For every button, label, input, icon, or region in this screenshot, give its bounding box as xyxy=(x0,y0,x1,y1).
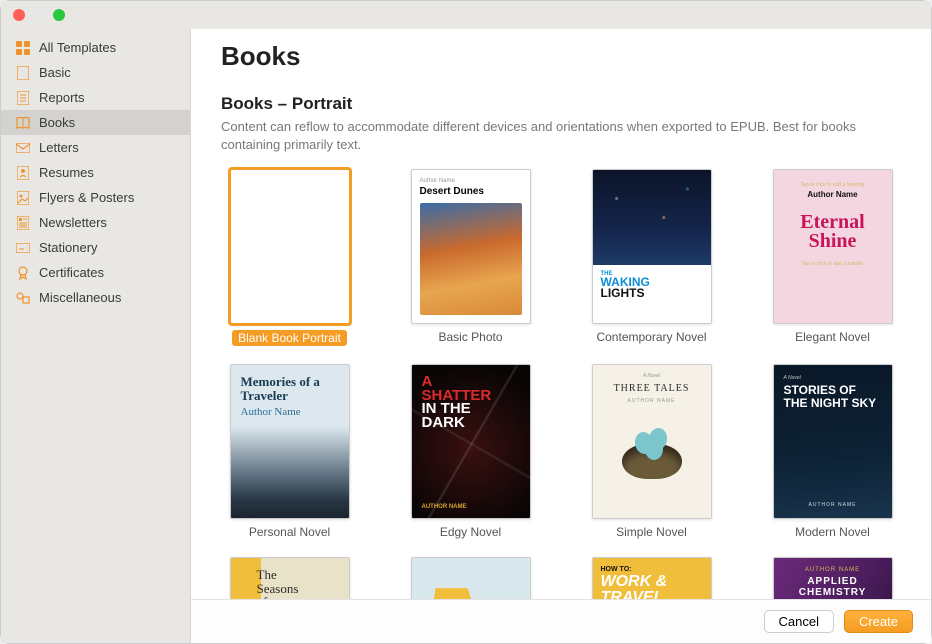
template-thumbnail[interactable]: Author NameTHEWAKINGLIGHTS xyxy=(592,169,712,324)
sidebar-item-reports[interactable]: Reports xyxy=(1,85,190,110)
sidebar-item-label: Basic xyxy=(39,65,71,80)
cancel-button[interactable]: Cancel xyxy=(764,610,834,633)
window-titlebar xyxy=(1,1,931,29)
template-thumbnail[interactable]: Tap or click to add a headingAuthor Name… xyxy=(773,169,893,324)
sidebar-item-letters[interactable]: Letters xyxy=(1,135,190,160)
template-item[interactable]: A NovelSTORIES OF THE NIGHT SKYAUTHOR NA… xyxy=(764,364,901,539)
zoom-window-button[interactable] xyxy=(53,9,65,21)
sidebar-item-label: Stationery xyxy=(39,240,98,255)
envelope-icon xyxy=(15,141,31,155)
sidebar-item-label: All Templates xyxy=(39,40,116,55)
sidebar-item-books[interactable]: Books xyxy=(1,110,190,135)
template-item[interactable]: Blank Book Portrait xyxy=(221,169,358,346)
minimize-window-button[interactable] xyxy=(33,9,45,21)
template-label: Basic Photo xyxy=(438,330,502,344)
section-heading: Books – Portrait xyxy=(221,94,901,114)
card-icon xyxy=(15,241,31,255)
template-thumbnail[interactable]: A NovelSTORIES OF THE NIGHT SKYAUTHOR NA… xyxy=(773,364,893,519)
person-doc-icon xyxy=(15,166,31,180)
template-item[interactable]: Author NameTHEWAKINGLIGHTS Contemporary N… xyxy=(583,169,720,346)
template-thumbnail[interactable]: Memories of a TravelerAuthor Name xyxy=(230,364,350,519)
sidebar-item-miscellaneous[interactable]: Miscellaneous xyxy=(1,285,190,310)
sidebar-item-label: Resumes xyxy=(39,165,94,180)
template-label: Edgy Novel xyxy=(440,525,501,539)
template-item[interactable]: Tap or click to add a headingAuthor Name… xyxy=(764,169,901,346)
template-thumbnail[interactable]: A NovelTHREE TALESAUTHOR NAME xyxy=(592,364,712,519)
template-item[interactable]: TheSeasonsofParis xyxy=(221,557,358,599)
template-item[interactable]: A NovelTHREE TALESAUTHOR NAME Simple Nove… xyxy=(583,364,720,539)
template-item[interactable]: HOW TO:WORK &TRAVEL xyxy=(583,557,720,599)
template-thumbnail[interactable]: TheSeasonsofParis xyxy=(230,557,350,599)
sidebar-item-label: Letters xyxy=(39,140,79,155)
sidebar-item-label: Flyers & Posters xyxy=(39,190,134,205)
doc-icon xyxy=(15,66,31,80)
page-title: Books xyxy=(221,41,901,72)
sidebar-item-certificates[interactable]: Certificates xyxy=(1,260,190,285)
sidebar-item-label: Newsletters xyxy=(39,215,107,230)
template-label: Simple Novel xyxy=(616,525,687,539)
sidebar-item-stationery[interactable]: Stationery xyxy=(1,235,190,260)
sidebar-item-newsletters[interactable]: Newsletters xyxy=(1,210,190,235)
template-label: Elegant Novel xyxy=(795,330,870,344)
dialog-footer: Cancel Create xyxy=(191,599,931,643)
template-label: Blank Book Portrait xyxy=(232,330,347,346)
template-thumbnail[interactable]: ASHATTERIN THEDARKAUTHOR NAME xyxy=(411,364,531,519)
sidebar-item-label: Certificates xyxy=(39,265,104,280)
template-label: Modern Novel xyxy=(795,525,870,539)
template-grid: Blank Book Portrait Author NameDesert Dun… xyxy=(221,169,901,599)
template-label: Contemporary Novel xyxy=(596,330,706,344)
template-item[interactable]: ASHATTERIN THEDARKAUTHOR NAME Edgy Novel xyxy=(402,364,539,539)
template-thumbnail[interactable]: HOW TO:WORK &TRAVEL xyxy=(592,557,712,599)
category-sidebar: All Templates Basic Reports Books Letters Res… xyxy=(1,29,191,643)
template-item[interactable] xyxy=(402,557,539,599)
main-panel: Books Books – Portrait Content can reflo… xyxy=(191,29,931,643)
ribbon-icon xyxy=(15,266,31,280)
newsletter-icon xyxy=(15,216,31,230)
template-thumbnail[interactable]: Author NameDesert Dunes xyxy=(411,169,531,324)
sidebar-item-label: Books xyxy=(39,115,75,130)
book-icon xyxy=(15,116,31,130)
sidebar-item-resumes[interactable]: Resumes xyxy=(1,160,190,185)
template-browser[interactable]: Books Books – Portrait Content can reflo… xyxy=(191,29,931,599)
template-thumbnail[interactable]: AUTHOR NAMEAPPLIED CHEMISTRYFIRST EDITIO… xyxy=(773,557,893,599)
sidebar-item-flyers-posters[interactable]: Flyers & Posters xyxy=(1,185,190,210)
doc-lines-icon xyxy=(15,91,31,105)
template-item[interactable]: Author NameDesert Dunes Basic Photo xyxy=(402,169,539,346)
section-description: Content can reflow to accommodate differ… xyxy=(221,118,881,153)
template-item[interactable]: AUTHOR NAMEAPPLIED CHEMISTRYFIRST EDITIO… xyxy=(764,557,901,599)
shapes-icon xyxy=(15,291,31,305)
poster-icon xyxy=(15,191,31,205)
template-thumbnail[interactable] xyxy=(230,169,350,324)
sidebar-item-label: Miscellaneous xyxy=(39,290,121,305)
template-label: Personal Novel xyxy=(249,525,330,539)
template-item[interactable]: Memories of a TravelerAuthor Name Persona… xyxy=(221,364,358,539)
template-thumbnail[interactable] xyxy=(411,557,531,599)
grid-icon xyxy=(15,41,31,55)
close-window-button[interactable] xyxy=(13,9,25,21)
sidebar-item-basic[interactable]: Basic xyxy=(1,60,190,85)
sidebar-item-all-templates[interactable]: All Templates xyxy=(1,35,190,60)
create-button[interactable]: Create xyxy=(844,610,913,633)
sidebar-item-label: Reports xyxy=(39,90,85,105)
